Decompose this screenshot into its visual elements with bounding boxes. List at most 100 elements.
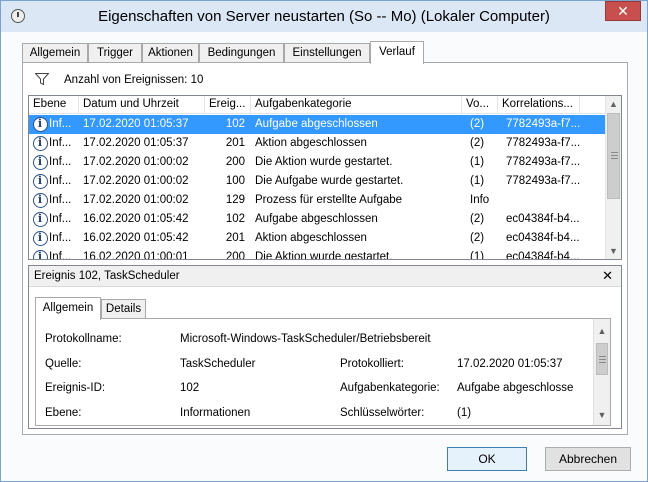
cell-category: Aktion abgeschlossen [255,137,367,149]
cell-date: 17.02.2020 01:05:37 [83,118,189,130]
table-row[interactable]: Inf... 17.02.2020 01:05:37 102 Aufgabe a… [29,115,607,134]
cell-date: 17.02.2020 01:00:02 [83,175,189,187]
event-list[interactable]: Ebene Datum und Uhrzeit Ereig... Aufgabe… [28,95,622,260]
cell-category: Prozess für erstellte Aufgabe [255,194,403,206]
table-row[interactable]: Inf... 17.02.2020 01:00:02 200 Die Aktio… [29,153,607,172]
table-row[interactable]: Inf... 16.02.2020 01:05:42 102 Aufgabe a… [29,210,607,229]
logged-value[interactable]: 17.02.2020 01:05:37 [457,358,563,370]
cell-event-id: 200 [225,156,245,168]
cell-version: (2) [470,232,485,244]
scroll-down-arrow-icon[interactable]: ▼ [594,407,610,423]
information-icon [33,174,48,189]
column-header-correlation[interactable]: Korrelations... [498,96,580,114]
cell-version: (2) [470,137,485,149]
cell-event-id: 201 [225,137,245,149]
cell-category: Die Aufgabe wurde gestartet. [255,175,404,187]
grip-line [611,155,618,156]
information-icon [33,117,48,132]
source-value[interactable]: TaskScheduler [180,358,255,370]
cell-level: Inf... [49,213,72,225]
information-icon [33,193,48,208]
window-title: Eigenschaften von Server neustarten (So … [98,8,550,25]
detail-title: Ereignis 102, TaskScheduler [34,270,180,282]
table-row[interactable]: Inf... 17.02.2020 01:00:02 100 Die Aufga… [29,172,607,191]
table-row[interactable]: Inf... 16.02.2020 01:05:42 201 Aktion ab… [29,229,607,248]
history-panel: Anzahl von Ereignissen: 10 Ebene Datum u… [22,62,628,435]
information-icon [33,250,48,259]
cell-event-id: 129 [225,194,245,206]
scroll-up-arrow-icon[interactable]: ▲ [594,323,610,339]
title-bar[interactable]: Eigenschaften von Server neustarten (So … [1,1,647,32]
column-header-level[interactable]: Ebene [29,96,79,114]
cell-version: (2) [470,213,485,225]
column-header-event-id[interactable]: Ereig... [205,96,251,114]
cell-category: Aufgabe abgeschlossen [255,118,378,130]
list-rows: Inf... 17.02.2020 01:05:37 102 Aufgabe a… [29,115,607,260]
table-row[interactable]: Inf... 17.02.2020 01:00:02 129 Prozess f… [29,191,607,210]
scroll-thumb[interactable] [607,113,620,199]
event-id-label: Ereignis-ID: [45,382,106,394]
window-close-button[interactable]: ✕ [605,1,641,21]
cell-correlation: ec04384f-b4... [506,232,580,244]
tab-verlauf[interactable]: Verlauf [370,41,424,64]
grip-line [599,359,606,360]
tab-detail-allgemein[interactable]: Allgemein [35,297,101,320]
grip-line [599,356,606,357]
filter-icon[interactable] [35,73,49,85]
cell-level: Inf... [49,251,72,260]
cell-correlation [506,191,584,210]
category-value[interactable]: Aufgabe abgeschlosse [457,382,573,394]
tab-einstellungen[interactable]: Einstellungen [284,43,370,63]
level-value[interactable]: Informationen [180,407,250,419]
cell-date: 17.02.2020 01:00:02 [83,194,189,206]
tab-bedingungen[interactable]: Bedingungen [199,43,284,63]
information-icon [33,212,48,227]
cell-level: Inf... [49,118,72,130]
detail-scrollbar[interactable]: ▲ ▼ [593,319,610,425]
tab-detail-details[interactable]: Details [101,299,146,319]
tab-allgemein[interactable]: Allgemein [22,43,88,63]
event-detail-pane: Ereignis 102, TaskScheduler ✕ Allgemein … [28,265,622,429]
scroll-down-arrow-icon[interactable]: ▼ [606,243,621,259]
tab-trigger[interactable]: Trigger [88,43,142,63]
cell-category: Die Aktion wurde gestartet. [255,156,393,168]
cell-correlation: 7782493a-f7... [506,137,581,149]
cell-correlation: ec04384f-b4... [506,213,580,225]
column-header-category[interactable]: Aufgabenkategorie [251,96,462,114]
cell-event-id: 200 [225,251,245,260]
ok-button[interactable]: OK [447,447,527,471]
column-header-version[interactable]: Vo... [462,96,498,114]
column-header-date[interactable]: Datum und Uhrzeit [79,96,205,114]
logged-label: Protokolliert: [340,358,404,370]
scroll-up-arrow-icon[interactable]: ▲ [606,96,621,112]
scroll-thumb[interactable] [596,343,608,375]
cancel-button[interactable]: Abbrechen [545,447,631,471]
cell-category: Aktion abgeschlossen [255,232,367,244]
grip-line [599,362,606,363]
event-id-value[interactable]: 102 [180,382,199,394]
information-icon [33,231,48,246]
properties-dialog: Eigenschaften von Server neustarten (So … [0,0,648,482]
level-label: Ebene: [45,407,82,419]
information-icon [33,155,48,170]
cell-date: 16.02.2020 01:05:42 [83,232,189,244]
cell-event-id: 102 [225,213,245,225]
cell-version: (1) [470,251,485,260]
detail-close-icon[interactable]: ✕ [602,268,613,284]
cell-date: 17.02.2020 01:00:02 [83,156,189,168]
cell-date: 16.02.2020 01:05:42 [83,213,189,225]
cell-level: Inf... [49,194,72,206]
keywords-value[interactable]: (1) [457,407,471,419]
table-row[interactable]: Inf... 16.02.2020 01:00:01 200 Die Aktio… [29,248,607,260]
cell-level: Inf... [49,232,72,244]
cell-correlation: 7782493a-f7... [506,118,581,130]
event-list-scrollbar[interactable]: ▲ ▼ [605,96,621,259]
table-row[interactable]: Inf... 17.02.2020 01:05:37 201 Aktion ab… [29,134,607,153]
cell-date: 17.02.2020 01:05:37 [83,137,189,149]
tab-aktionen[interactable]: Aktionen [142,43,199,63]
list-header: Ebene Datum und Uhrzeit Ereig... Aufgabe… [29,96,607,114]
log-name-value[interactable]: Microsoft-Windows-TaskScheduler/Betriebs… [180,333,431,345]
event-count: Anzahl von Ereignissen: 10 [64,74,204,86]
cell-date: 16.02.2020 01:00:01 [83,251,189,260]
cell-category: Die Aktion wurde gestartet. [255,251,393,260]
